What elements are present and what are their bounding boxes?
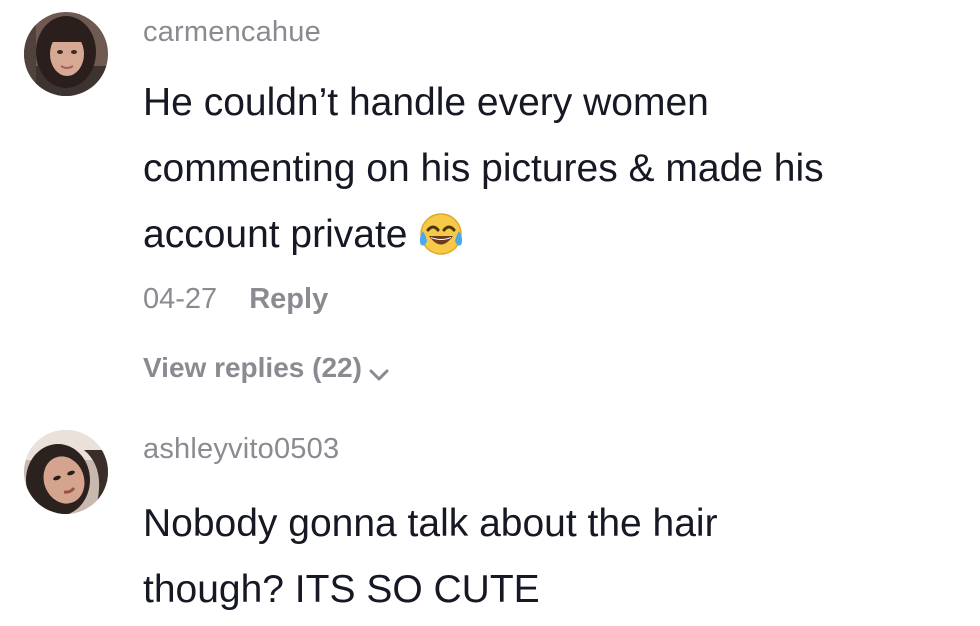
comment-text-line-with-emoji: account private [143, 202, 963, 268]
comment-text-line: though? ITS SO CUTE [143, 568, 540, 611]
view-replies-label: View replies (22) [143, 352, 362, 383]
comment-date: 04-27 [143, 283, 218, 315]
avatar[interactable] [24, 430, 108, 514]
avatar-image [24, 12, 108, 96]
username[interactable]: carmencahue [143, 16, 321, 49]
face-with-tears-of-joy-icon [416, 211, 466, 257]
comment-text: Nobody gonna talk about the hair though?… [143, 491, 963, 623]
chevron-down-icon [366, 359, 392, 381]
comment-meta: 04-27 Reply [143, 283, 328, 316]
comment-text-line: commenting on his pictures & made his [143, 147, 824, 190]
avatar-image [24, 430, 108, 514]
comment-text: He couldn’t handle every women commentin… [143, 70, 963, 268]
comment-text-line: Nobody gonna talk about the hair [143, 502, 718, 545]
username[interactable]: ashleyvito0503 [143, 433, 339, 466]
comment-text-fragment: account private [143, 213, 408, 256]
avatar[interactable] [24, 12, 108, 96]
view-replies-button[interactable]: View replies (22) [143, 352, 392, 384]
reply-button[interactable]: Reply [249, 283, 328, 315]
comment-text-line: He couldn’t handle every women [143, 81, 709, 124]
